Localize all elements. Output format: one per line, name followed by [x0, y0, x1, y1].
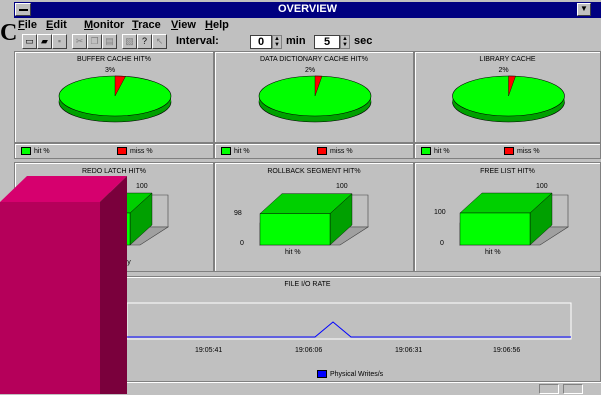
magenta-3d-block — [0, 176, 127, 394]
legend-label: hit % — [234, 147, 250, 155]
copy-icon[interactable]: ❐ — [87, 34, 102, 49]
window-titlebar: OVERVIEW ▼ — [14, 2, 601, 18]
minimize-button[interactable]: ▼ — [577, 3, 591, 16]
sec-unit-label: sec — [354, 35, 373, 47]
logo-letter: C — [0, 20, 18, 46]
legend-miss: miss % — [504, 147, 540, 155]
bar-top-label: 100 — [136, 183, 148, 190]
bar-zero-label: 0 — [240, 240, 244, 247]
legend-label: Physical Writes/s — [330, 370, 384, 378]
legend-swatch — [317, 147, 327, 155]
help-icon[interactable]: ? — [137, 34, 152, 49]
pie-chart — [258, 75, 372, 123]
bar-x-label: hit % — [485, 249, 501, 256]
bar-panel: FREE LIST HIT% 100 100 0 hit % — [414, 162, 601, 272]
legend-swatch — [504, 147, 514, 155]
legend-miss: miss % — [317, 147, 353, 155]
toolbar: ▭ ▰ ▪ ✂ ❐ ▤ ▧ ? ↖ Interval: 0 ▲ ▼ min 5 ▲… — [14, 33, 601, 51]
status-cell — [563, 384, 583, 394]
file-io-legend: Physical Writes/s — [317, 370, 383, 378]
pie-panel: LIBRARY CACHE 2% 98% — [414, 51, 601, 143]
legend-hit: hit % — [221, 147, 250, 155]
legend-label: hit % — [434, 147, 450, 155]
menu-bar: File Edit Monitor Trace View Help — [14, 18, 601, 33]
legend-swatch — [117, 147, 127, 155]
bar-chart — [258, 193, 370, 246]
pie-legend: hit % miss % — [214, 143, 414, 159]
menu-trace[interactable]: Trace — [132, 19, 161, 31]
pie-panel: DATA DICTIONARY CACHE HIT% 2% 98% — [214, 51, 414, 143]
legend-label: hit % — [34, 147, 50, 155]
min-spin-button[interactable]: ▲ ▼ — [272, 35, 282, 49]
interval-sec-input[interactable]: 5 — [314, 35, 340, 49]
paste-icon[interactable]: ▤ — [102, 34, 117, 49]
legend-label: miss % — [130, 147, 153, 155]
legend-swatch — [21, 147, 31, 155]
open-icon[interactable]: ▰ — [37, 34, 52, 49]
legend-swatch — [421, 147, 431, 155]
pie-legend: hit % miss % — [414, 143, 601, 159]
min-unit-label: min — [286, 35, 306, 47]
x-tick-label: 19:06:06 — [295, 347, 323, 354]
interval-label: Interval: — [176, 35, 219, 47]
context-help-icon[interactable]: ↖ — [152, 34, 167, 49]
x-tick-label: 19:06:31 — [395, 347, 423, 354]
legend-miss: miss % — [117, 147, 153, 155]
print-icon[interactable]: ▧ — [122, 34, 137, 49]
sec-spin-button[interactable]: ▲ ▼ — [340, 35, 350, 49]
menu-monitor[interactable]: Monitor — [84, 19, 124, 31]
bar-value-label: 98 — [234, 209, 242, 217]
menu-view[interactable]: View — [171, 19, 196, 31]
bar-chart — [458, 192, 570, 246]
status-cell — [539, 384, 559, 394]
pie-panel: BUFFER CACHE HIT% 3% 97% — [14, 51, 214, 143]
save-icon[interactable]: ▪ — [52, 34, 67, 49]
bar-front — [459, 212, 531, 246]
legend-hit: hit % — [21, 147, 50, 155]
menu-edit[interactable]: Edit — [46, 19, 67, 31]
pie-legend: hit % miss % — [14, 143, 214, 159]
bar-top-label: 100 — [536, 183, 548, 190]
bar-top-label: 100 — [336, 183, 348, 190]
legend-label: miss % — [517, 147, 540, 155]
legend-hit: hit % — [421, 147, 450, 155]
legend-label: miss % — [330, 147, 353, 155]
menu-help[interactable]: Help — [205, 19, 229, 31]
bar-zero-label: 0 — [440, 240, 444, 247]
x-tick-label: 19:06:56 — [493, 347, 521, 354]
pie-chart — [58, 75, 172, 123]
status-bar — [127, 382, 601, 395]
window-title: OVERVIEW — [277, 3, 338, 15]
pie-chart — [452, 75, 565, 123]
interval-min-input[interactable]: 0 — [250, 35, 272, 49]
bar-value-label: 100 — [434, 209, 446, 216]
x-tick-label: 19:05:41 — [195, 347, 223, 354]
bar-x-label: hit % — [285, 249, 301, 256]
cut-icon[interactable]: ✂ — [72, 34, 87, 49]
legend-swatch — [221, 147, 231, 155]
menu-file[interactable]: File — [18, 19, 37, 31]
legend-swatch — [317, 370, 327, 378]
new-icon[interactable]: ▭ — [22, 34, 37, 49]
bar-panel: ROLLBACK SEGMENT HIT% 100 98 0 hit % — [214, 162, 414, 272]
bar-front — [259, 213, 331, 246]
